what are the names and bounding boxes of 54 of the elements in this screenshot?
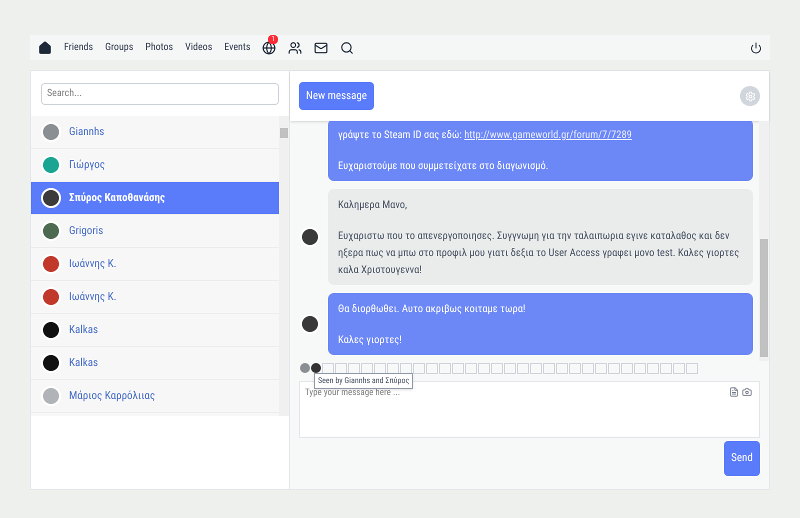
avatar bbox=[41, 221, 61, 241]
nav-link[interactable]: Friends bbox=[64, 40, 94, 55]
contact-item[interactable]: Μάριος Καρρόλιιας bbox=[31, 380, 279, 413]
home-icon[interactable] bbox=[38, 40, 52, 54]
power-icon[interactable] bbox=[750, 42, 762, 54]
contact-name: Kalkas bbox=[69, 354, 98, 371]
avatar bbox=[41, 287, 61, 307]
message-text: Καλες γιορτες! bbox=[338, 332, 403, 348]
avatar bbox=[41, 122, 61, 142]
attach-file-icon[interactable] bbox=[729, 387, 739, 397]
search-icon[interactable] bbox=[340, 40, 354, 54]
tooltip: Seen by Giannhs and Σπύρος bbox=[314, 373, 414, 389]
contact-name: Γιώργος bbox=[69, 156, 105, 173]
contact-item[interactable]: Ιωάννης Κ. bbox=[31, 281, 279, 314]
nav-link[interactable]: Events bbox=[224, 40, 250, 55]
avatar bbox=[41, 353, 61, 373]
scrollbar[interactable] bbox=[279, 116, 289, 416]
contact-name: Σπύρος Καποθανάσης bbox=[69, 190, 165, 206]
message-text: γράψτε το Steam ID σας εδώ: http://www.gameworld.gr/forum/7/7289 bbox=[338, 127, 633, 143]
contact-item[interactable]: Ιωάννης Κ. bbox=[31, 248, 279, 281]
avatar bbox=[41, 320, 61, 340]
contact-item[interactable]: Kalkas bbox=[31, 314, 279, 347]
avatar bbox=[41, 188, 61, 208]
contact-item[interactable]: Giannhs bbox=[31, 116, 279, 149]
message-link[interactable]: http://www.gameworld.gr/forum/7/7289 bbox=[464, 128, 632, 141]
scrollbar[interactable] bbox=[759, 121, 769, 361]
new-message-button[interactable]: New message bbox=[299, 82, 374, 110]
avatar bbox=[41, 155, 61, 175]
nav-link[interactable]: Groups bbox=[105, 40, 134, 55]
contact-name: Grigoris bbox=[69, 222, 104, 239]
contact-name: Kalkas bbox=[69, 322, 98, 338]
camera-icon[interactable] bbox=[742, 387, 752, 397]
contact-item[interactable]: Grigoris bbox=[31, 215, 279, 248]
avatar bbox=[41, 254, 61, 274]
avatar bbox=[300, 314, 320, 334]
contact-item[interactable]: Kalkas bbox=[31, 347, 279, 380]
contact-name: Ιωάννης Κ. bbox=[69, 288, 117, 305]
people-icon[interactable] bbox=[288, 40, 302, 54]
message-text: Ευχαριστω που το απενεργοποιησες. Συγγνωμη για την ταλαιπωρια εγινε καταλαθος και δεν ηξερα πως να μπω στο προφιλ μου γιατι δεξια το User Access γραφει μονο test. Καλες γιορτες καλα Χριστουγεννα! bbox=[338, 228, 740, 278]
avatar bbox=[300, 227, 320, 247]
avatar bbox=[41, 386, 61, 406]
mail-icon[interactable] bbox=[314, 40, 328, 54]
nav-link[interactable]: Videos bbox=[185, 40, 212, 55]
message-text: Ευχαριστούμε που συμμετείχατε στο διαγωνισμό. bbox=[338, 158, 550, 174]
message-text: Θα διορθωθει. Αυτο ακριβως κοιταμε τωρα! bbox=[338, 301, 526, 317]
contact-name: Ιωάννης Κ. bbox=[69, 256, 117, 272]
send-button[interactable]: Send bbox=[724, 441, 760, 476]
contact-item[interactable]: Σπύρος Καποθανάσης bbox=[31, 182, 279, 215]
contact-name: Μάριος Καρρόλιιας bbox=[69, 388, 156, 404]
search-field[interactable]: Search... bbox=[41, 82, 279, 104]
nav-link[interactable]: Photos bbox=[145, 40, 174, 55]
message-text: Καλημερα Μανο, bbox=[338, 197, 408, 213]
contact-name: Giannhs bbox=[69, 124, 104, 140]
globe-icon[interactable] bbox=[262, 40, 276, 54]
